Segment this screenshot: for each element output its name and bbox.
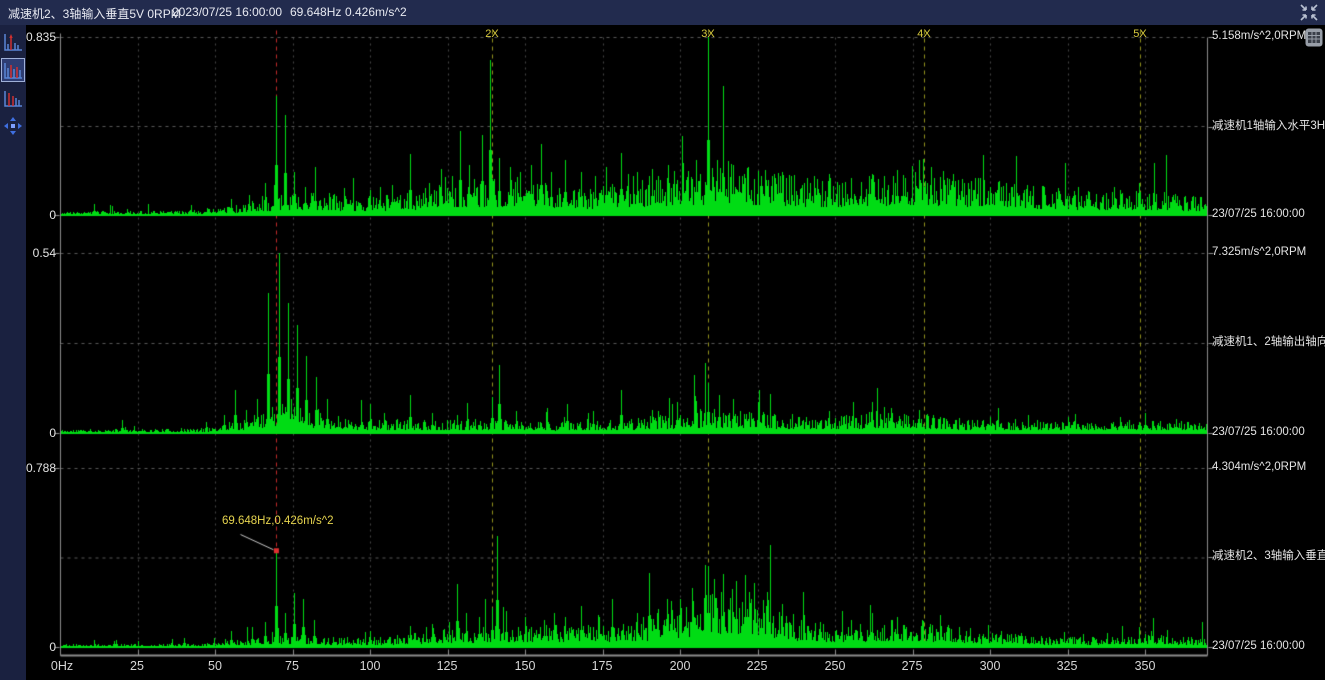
- x-tick-label: 300: [960, 659, 1020, 673]
- chart2-datetime-label: 23/07/25 16:00:00: [1212, 426, 1305, 439]
- harmonic-3x-label: 3X: [696, 28, 720, 40]
- header-bar: 减速机2、3轴输入垂直5V 0RPM 2023/07/25 16:00:00 6…: [0, 0, 1325, 25]
- x-tick-label: 125: [417, 659, 477, 673]
- x-tick-label: 75: [262, 659, 322, 673]
- spectrum-plot-canvas[interactable]: [26, 25, 1325, 680]
- header-cursor-frequency: 69.648Hz: [290, 5, 341, 19]
- x-tick-label: 200: [650, 659, 710, 673]
- x-tick-label: 275: [882, 659, 942, 673]
- harmonic-4x-label: 4X: [912, 28, 936, 40]
- tool-multi-spectrum[interactable]: [1, 58, 25, 82]
- x-tick-label: 175: [572, 659, 632, 673]
- x-tick-label: 150: [495, 659, 555, 673]
- data-table-button[interactable]: [1305, 28, 1323, 47]
- cursor-annotation: 69.648Hz,0.426m/s^2: [222, 515, 334, 527]
- collapse-window-button[interactable]: [1298, 2, 1320, 23]
- x-tick-label: 100: [340, 659, 400, 673]
- chart1-ymax-label: 0.835: [16, 30, 56, 44]
- tool-sidebar: [0, 25, 26, 680]
- x-tick-label: 350: [1115, 659, 1175, 673]
- chart3-datetime-label: 23/07/25 16:00:00: [1212, 640, 1305, 653]
- x-tick-label: 250: [805, 659, 865, 673]
- chart3-overall-label: 4.304m/s^2,0RPM: [1212, 461, 1306, 474]
- tool-pan[interactable]: [1, 114, 25, 138]
- header-datetime: 2023/07/25 16:00:00: [172, 5, 282, 19]
- chart2-channel-label: 减速机1、2轴输出轴向4A: [1212, 336, 1325, 349]
- stacked-spectrum-icon: [2, 87, 24, 109]
- header-channel-title: 减速机2、3轴输入垂直5V 0RPM: [8, 5, 181, 22]
- x-tick-label: 325: [1037, 659, 1097, 673]
- multi-spectrum-icon: [2, 59, 24, 81]
- chart1-datetime-label: 23/07/25 16:00:00: [1212, 208, 1305, 221]
- pan-move-icon: [3, 116, 23, 136]
- chart1-overall-label: 5.158m/s^2,0RPM: [1212, 30, 1306, 43]
- tool-stacked-spectrum[interactable]: [1, 86, 25, 110]
- chart1-yzero-label: 0: [16, 208, 56, 222]
- x-tick-label: 25: [107, 659, 167, 673]
- data-table-icon: [1305, 28, 1323, 47]
- x-tick-label: 225: [727, 659, 787, 673]
- app-window: 减速机2、3轴输入垂直5V 0RPM 2023/07/25 16:00:00 6…: [0, 0, 1325, 680]
- compress-arrows-icon: [1298, 2, 1320, 23]
- chart2-ymax-label: 0.54: [16, 246, 56, 260]
- chart1-channel-label: 减速机1轴输入水平3H: [1212, 120, 1325, 133]
- chart3-channel-label: 减速机2、3轴输入垂直5V: [1212, 550, 1325, 563]
- harmonic-5x-label: 5X: [1128, 28, 1152, 40]
- header-cursor-amplitude: 0.426m/s^2: [345, 5, 407, 19]
- chart3-yzero-label: 0: [16, 640, 56, 654]
- x-tick-label: 50: [185, 659, 245, 673]
- chart3-ymax-label: 0.788: [16, 461, 56, 475]
- x-tick-label: 0Hz: [32, 659, 92, 673]
- chart2-yzero-label: 0: [16, 426, 56, 440]
- harmonic-2x-label: 2X: [480, 28, 504, 40]
- chart2-overall-label: 7.325m/s^2,0RPM: [1212, 246, 1306, 259]
